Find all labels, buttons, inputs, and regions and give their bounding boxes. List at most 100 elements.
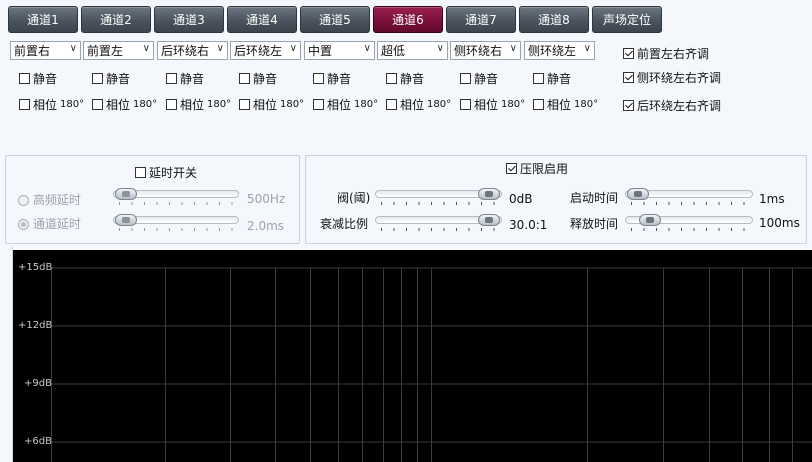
phase-value: 180° — [60, 99, 85, 110]
front-lr-align-checkbox[interactable]: 前置左右齐调 — [623, 45, 709, 62]
mute-checkbox-4[interactable]: 静音 — [239, 70, 277, 87]
checkbox-box[interactable] — [506, 163, 517, 174]
phase-label: 相位 — [33, 98, 58, 112]
slider-thumb[interactable] — [627, 188, 649, 200]
phase-checkbox-7[interactable]: 相位 180° — [460, 96, 525, 113]
mute-checkbox-5[interactable]: 静音 — [313, 70, 351, 87]
limiter-enable-checkbox[interactable]: 压限启用 — [506, 160, 568, 177]
phase-checkbox-2[interactable]: 相位 180° — [92, 96, 157, 113]
phase-checkbox-1[interactable]: 相位 180° — [19, 96, 84, 113]
channel-8-type-select[interactable]: 侧环绕左 ∨ — [524, 41, 595, 60]
slider-thumb[interactable] — [478, 214, 500, 226]
checkbox-box[interactable] — [313, 99, 324, 110]
mute-label: 静音 — [400, 72, 425, 86]
rear-lr-align-checkbox[interactable]: 后环绕左右齐调 — [623, 97, 721, 114]
hf-delay-radio[interactable]: 高频延时 — [18, 191, 81, 208]
eq-graph[interactable]: +15dB +12dB +9dB +6dB — [13, 250, 812, 462]
tab-channel-4[interactable]: 通道4 — [227, 6, 297, 33]
attack-value: 1ms — [759, 192, 785, 206]
channel-3-type-select[interactable]: 后环绕右 ∨ — [157, 41, 228, 60]
checkbox-box[interactable] — [313, 73, 324, 84]
checkbox-box[interactable] — [239, 99, 250, 110]
channel-5-type-select[interactable]: 中置 ∨ — [304, 41, 375, 60]
chevron-down-icon: ∨ — [216, 43, 224, 54]
attack-slider[interactable] — [625, 187, 753, 205]
checkbox-box[interactable] — [135, 167, 146, 178]
select-value: 后环绕左 — [234, 44, 283, 58]
tab-channel-2[interactable]: 通道2 — [81, 6, 151, 33]
channel-6-type-select[interactable]: 超低 ∨ — [377, 41, 448, 60]
delay-switch-label: 延时开关 — [149, 166, 198, 180]
channel-1-type-select[interactable]: 前置右 ∨ — [10, 41, 81, 60]
phase-checkbox-3[interactable]: 相位 180° — [166, 96, 231, 113]
checkbox-box[interactable] — [92, 73, 103, 84]
phase-checkbox-4[interactable]: 相位 180° — [239, 96, 304, 113]
checkbox-box[interactable] — [533, 99, 544, 110]
mute-checkbox-3[interactable]: 静音 — [166, 70, 204, 87]
channel-7-type-select[interactable]: 侧环绕右 ∨ — [450, 41, 521, 60]
threshold-label: 阀(阈) — [337, 191, 371, 205]
graph-grid — [51, 267, 812, 462]
chevron-down-icon: ∨ — [509, 43, 517, 54]
checkbox-box[interactable] — [386, 99, 397, 110]
phase-label: 相位 — [180, 98, 205, 112]
checkbox-box[interactable] — [386, 73, 397, 84]
mute-checkbox-2[interactable]: 静音 — [92, 70, 130, 87]
tab-channel-5[interactable]: 通道5 — [300, 6, 370, 33]
checkbox-box[interactable] — [623, 100, 634, 111]
y-axis-label: +12dB — [18, 320, 53, 331]
checkbox-box[interactable] — [623, 48, 634, 59]
mute-checkbox-7[interactable]: 静音 — [460, 70, 498, 87]
slider-thumb[interactable] — [639, 214, 661, 226]
slider-thumb[interactable] — [478, 188, 500, 200]
tab-channel-7[interactable]: 通道7 — [446, 6, 516, 33]
graph-left-strip — [0, 246, 13, 462]
ratio-value: 30.0:1 — [509, 218, 548, 232]
checkbox-box[interactable] — [533, 73, 544, 84]
checkbox-box[interactable] — [460, 99, 471, 110]
mute-checkbox-8[interactable]: 静音 — [533, 70, 571, 87]
ratio-slider[interactable] — [375, 213, 502, 231]
release-slider[interactable] — [625, 213, 753, 231]
phase-value: 180° — [574, 99, 599, 110]
phase-checkbox-5[interactable]: 相位 180° — [313, 96, 378, 113]
tab-channel-6[interactable]: 通道6 — [373, 6, 443, 33]
mute-checkbox-6[interactable]: 静音 — [386, 70, 424, 87]
tab-sound-field[interactable]: 声场定位 — [592, 6, 662, 33]
tab-channel-8[interactable]: 通道8 — [519, 6, 589, 33]
delay-switch-checkbox[interactable]: 延时开关 — [135, 164, 197, 181]
phase-checkbox-6[interactable]: 相位 180° — [386, 96, 451, 113]
mute-label: 静音 — [547, 72, 572, 86]
channel-4-type-select[interactable]: 后环绕左 ∨ — [230, 41, 301, 60]
checkbox-box[interactable] — [92, 99, 103, 110]
checkbox-box[interactable] — [166, 73, 177, 84]
phase-value: 180° — [501, 99, 526, 110]
side-lr-align-checkbox[interactable]: 侧环绕左右齐调 — [623, 69, 721, 86]
checkbox-box[interactable] — [623, 72, 634, 83]
checkbox-box[interactable] — [166, 99, 177, 110]
phase-checkbox-8[interactable]: 相位 180° — [533, 96, 598, 113]
phase-label: 相位 — [474, 98, 499, 112]
radio-circle[interactable] — [18, 195, 29, 206]
slider-thumb[interactable] — [115, 188, 137, 200]
radio-circle[interactable] — [18, 219, 29, 230]
phase-value: 180° — [427, 99, 452, 110]
tab-channel-3[interactable]: 通道3 — [154, 6, 224, 33]
checkbox-box[interactable] — [19, 99, 30, 110]
chevron-down-icon: ∨ — [436, 43, 444, 54]
tab-channel-1[interactable]: 通道1 — [8, 6, 78, 33]
release-value: 100ms — [759, 216, 800, 230]
slider-thumb[interactable] — [115, 214, 137, 226]
phase-label: 相位 — [106, 98, 131, 112]
checkbox-box[interactable] — [460, 73, 471, 84]
threshold-slider[interactable] — [375, 187, 502, 205]
checkbox-box[interactable] — [239, 73, 250, 84]
channel-2-type-select[interactable]: 前置左 ∨ — [83, 41, 154, 60]
mute-checkbox-1[interactable]: 静音 — [19, 70, 57, 87]
channel-delay-slider[interactable] — [113, 213, 239, 231]
channel-delay-radio[interactable]: 通道延时 — [18, 215, 81, 232]
chevron-down-icon: ∨ — [289, 43, 297, 54]
hf-delay-slider[interactable] — [113, 187, 239, 205]
phase-value: 180° — [207, 99, 232, 110]
checkbox-box[interactable] — [19, 73, 30, 84]
